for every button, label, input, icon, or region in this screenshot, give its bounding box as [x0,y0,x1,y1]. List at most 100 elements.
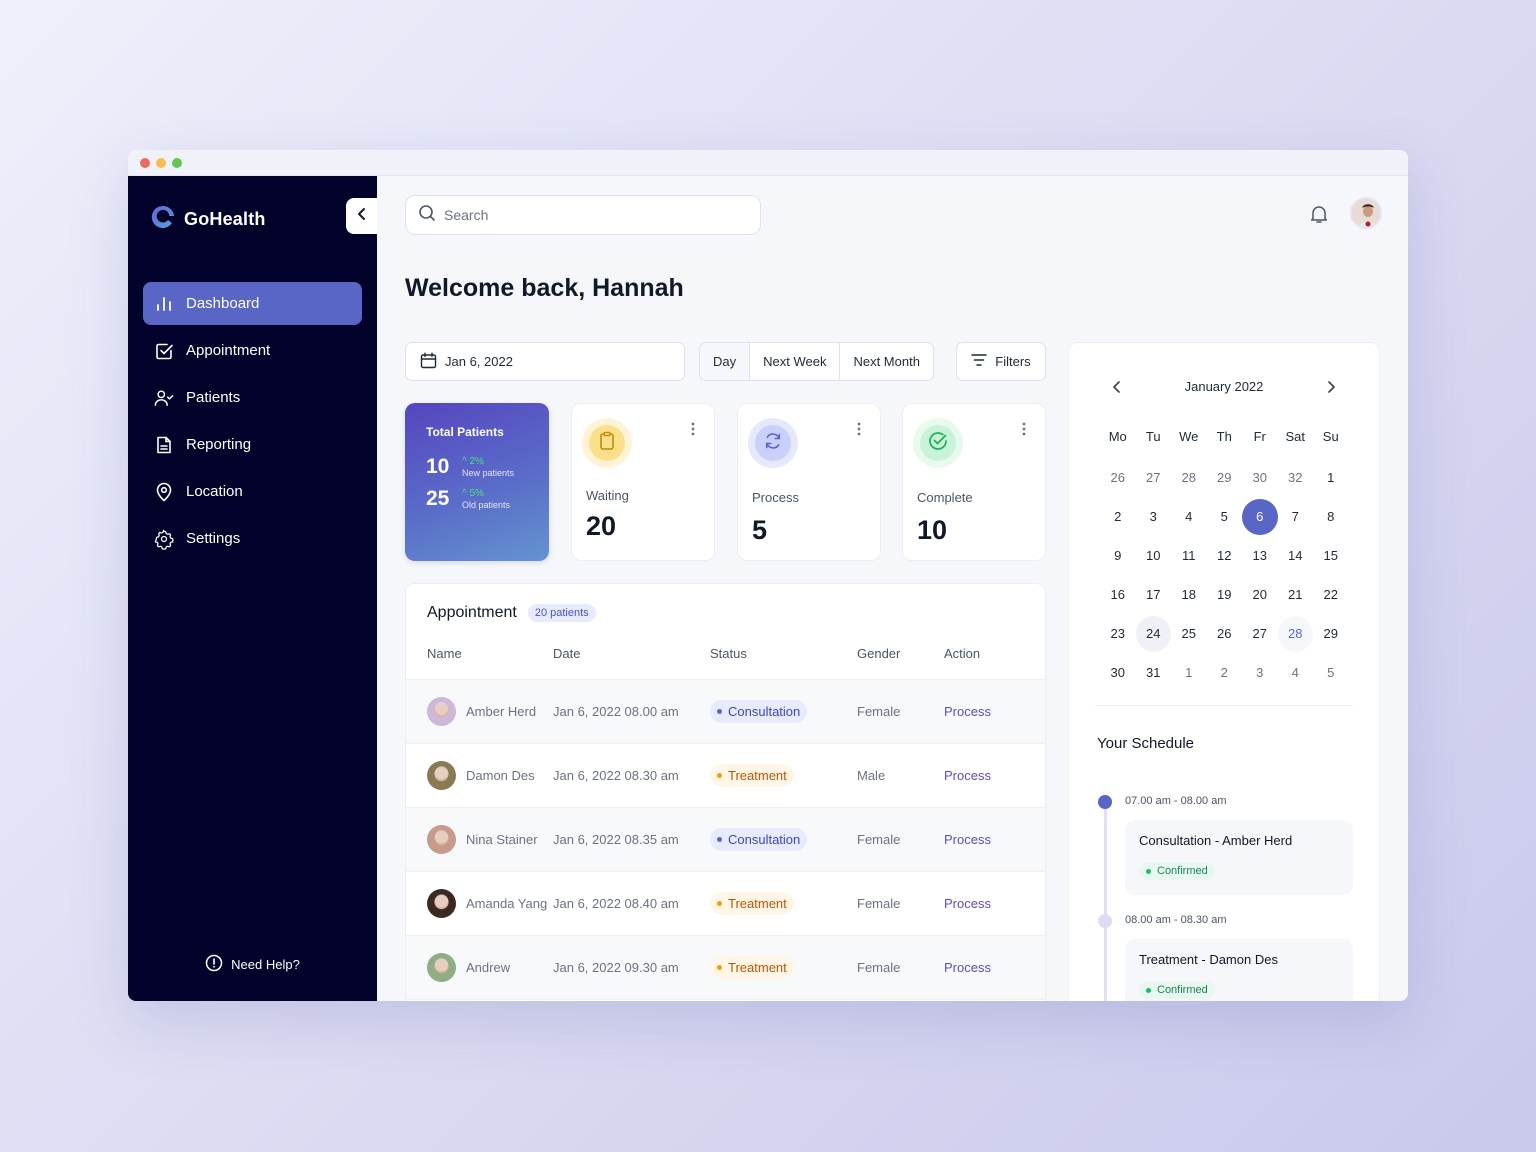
table-row[interactable]: Amanda Yang Jan 6, 2022 08.40 am Treatment… [406,872,1045,936]
calendar-day[interactable]: 13 [1242,536,1278,575]
calendar-day[interactable]: 26 [1100,458,1136,497]
column-header-status[interactable]: Status [710,646,857,661]
calendar-day[interactable]: 9 [1100,536,1136,575]
calendar-day[interactable]: 28 [1277,614,1313,653]
calendar-day[interactable]: 24 [1135,614,1171,653]
brand[interactable]: GoHealth [150,204,266,235]
calendar-day[interactable]: 3 [1136,497,1172,536]
patient-name: Andrew [466,960,511,975]
table-row[interactable]: Andrew Jan 6, 2022 09.30 am Treatment Femal… [406,936,1045,1000]
calendar-day[interactable]: 8 [1313,497,1349,536]
column-header-gender[interactable]: Gender [857,646,944,661]
schedule-item[interactable]: Consultation - Amber Herd Confirmed [1125,820,1353,895]
status-label: Treatment [728,960,787,975]
waiting-icon-badge [582,418,632,468]
need-help-link[interactable]: Need Help? [128,954,377,975]
calendar-day[interactable]: 5 [1313,653,1349,692]
calendar-day[interactable]: 29 [1207,458,1243,497]
range-day-button[interactable]: Day [700,343,751,380]
sidebar-item-settings[interactable]: Settings [143,517,362,560]
calendar-day[interactable]: 1 [1171,653,1207,692]
calendar-day[interactable]: 19 [1207,575,1243,614]
table-row[interactable]: Amber Herd Jan 6, 2022 08.00 am Consultati… [406,680,1045,744]
calendar-day[interactable]: 11 [1171,536,1207,575]
calendar-day[interactable]: 20 [1242,575,1278,614]
process-action-link[interactable]: Process [944,960,991,975]
cell-name: Damon Des [406,761,553,790]
range-next-week-button[interactable]: Next Week [750,343,841,380]
search-input[interactable] [444,207,724,223]
calendar-day[interactable]: 3 [1242,653,1278,692]
calendar-day-number: 25 [1181,626,1196,641]
calendar-day[interactable]: 2 [1207,653,1243,692]
calendar-day[interactable]: 30 [1242,458,1278,497]
calendar-day-number: 10 [1146,548,1161,563]
search-bar[interactable] [405,195,761,235]
range-next-month-button[interactable]: Next Month [840,343,932,380]
calendar-day[interactable]: 32 [1278,458,1314,497]
calendar-day[interactable]: 15 [1313,536,1349,575]
sidebar-item-location[interactable]: Location [143,470,362,513]
sidebar-item-appointment[interactable]: Appointment [143,329,362,372]
process-action-link[interactable]: Process [944,704,991,719]
calendar-day[interactable]: 14 [1278,536,1314,575]
close-window-button[interactable] [140,157,150,168]
calendar-day[interactable]: 16 [1100,575,1136,614]
cell-name: Andrew [406,953,553,982]
table-row[interactable]: Damon Des Jan 6, 2022 08.30 am Treatment Ma… [406,744,1045,808]
cell-date: Jan 6, 2022 08.00 am [553,704,679,719]
calendar-day[interactable]: 25 [1171,614,1207,653]
date-picker-field[interactable]: Jan 6, 2022 [405,342,685,381]
user-avatar[interactable] [1350,197,1382,229]
schedule-item[interactable]: Treatment - Damon Des Confirmed [1125,939,1353,1001]
calendar-day[interactable]: 22 [1313,575,1349,614]
calendar-day[interactable]: 27 [1242,614,1278,653]
status-badge: Treatment [710,956,794,979]
process-action-link[interactable]: Process [944,768,991,783]
next-month-button[interactable] [1323,380,1339,394]
calendar-day[interactable]: 7 [1278,497,1314,536]
calendar-day[interactable]: 1 [1313,458,1349,497]
calendar-day[interactable]: 30 [1100,653,1136,692]
calendar-day[interactable]: 23 [1100,614,1136,653]
process-action-link[interactable]: Process [944,896,991,911]
calendar-day-selected[interactable]: 6 [1242,497,1278,536]
calendar-day[interactable]: 21 [1278,575,1314,614]
maximize-window-button[interactable] [172,157,182,168]
process-action-link[interactable]: Process [944,832,991,847]
table-row[interactable]: Nina Stainer Jan 6, 2022 08.35 am Consulta… [406,808,1045,872]
calendar-day[interactable]: 26 [1207,614,1243,653]
sidebar-item-reporting[interactable]: Reporting [143,423,362,466]
sidebar-nav: Dashboard Appointment Patients Reporting… [143,282,362,564]
notification-bell-icon[interactable] [1310,204,1328,229]
minimize-window-button[interactable] [156,157,166,168]
calendar-day[interactable]: 29 [1313,614,1349,653]
sidebar-item-patients[interactable]: Patients [143,376,362,419]
collapse-sidebar-button[interactable] [346,198,377,234]
calendar-day[interactable]: 31 [1136,653,1172,692]
calendar-day[interactable]: 12 [1207,536,1243,575]
calendar-day[interactable]: 2 [1100,497,1136,536]
more-options-icon[interactable] [857,422,861,441]
calendar-day[interactable]: 4 [1171,497,1207,536]
more-options-icon[interactable] [691,422,695,441]
total-patients-title: Total Patients [426,425,504,439]
calendar-day[interactable]: 18 [1171,575,1207,614]
sidebar-item-dashboard[interactable]: Dashboard [143,282,362,325]
column-header-name[interactable]: Name [406,646,553,661]
calendar-day-number: 3 [1149,509,1157,524]
sidebar-item-label: Reporting [186,436,252,453]
calendar-day[interactable]: 5 [1207,497,1243,536]
filters-button[interactable]: Filters [956,342,1046,381]
calendar-day[interactable]: 17 [1136,575,1172,614]
column-header-date[interactable]: Date [553,646,710,661]
calendar-day[interactable]: 27 [1136,458,1172,497]
calendar-day[interactable]: 28 [1171,458,1207,497]
calendar-day[interactable]: 4 [1278,653,1314,692]
more-options-icon[interactable] [1022,422,1026,441]
prev-month-button[interactable] [1109,380,1125,394]
calendar-day[interactable]: 10 [1136,536,1172,575]
info-circle-icon [205,954,223,975]
weekday-label: Th [1216,429,1232,444]
clipboard-icon [598,431,616,456]
